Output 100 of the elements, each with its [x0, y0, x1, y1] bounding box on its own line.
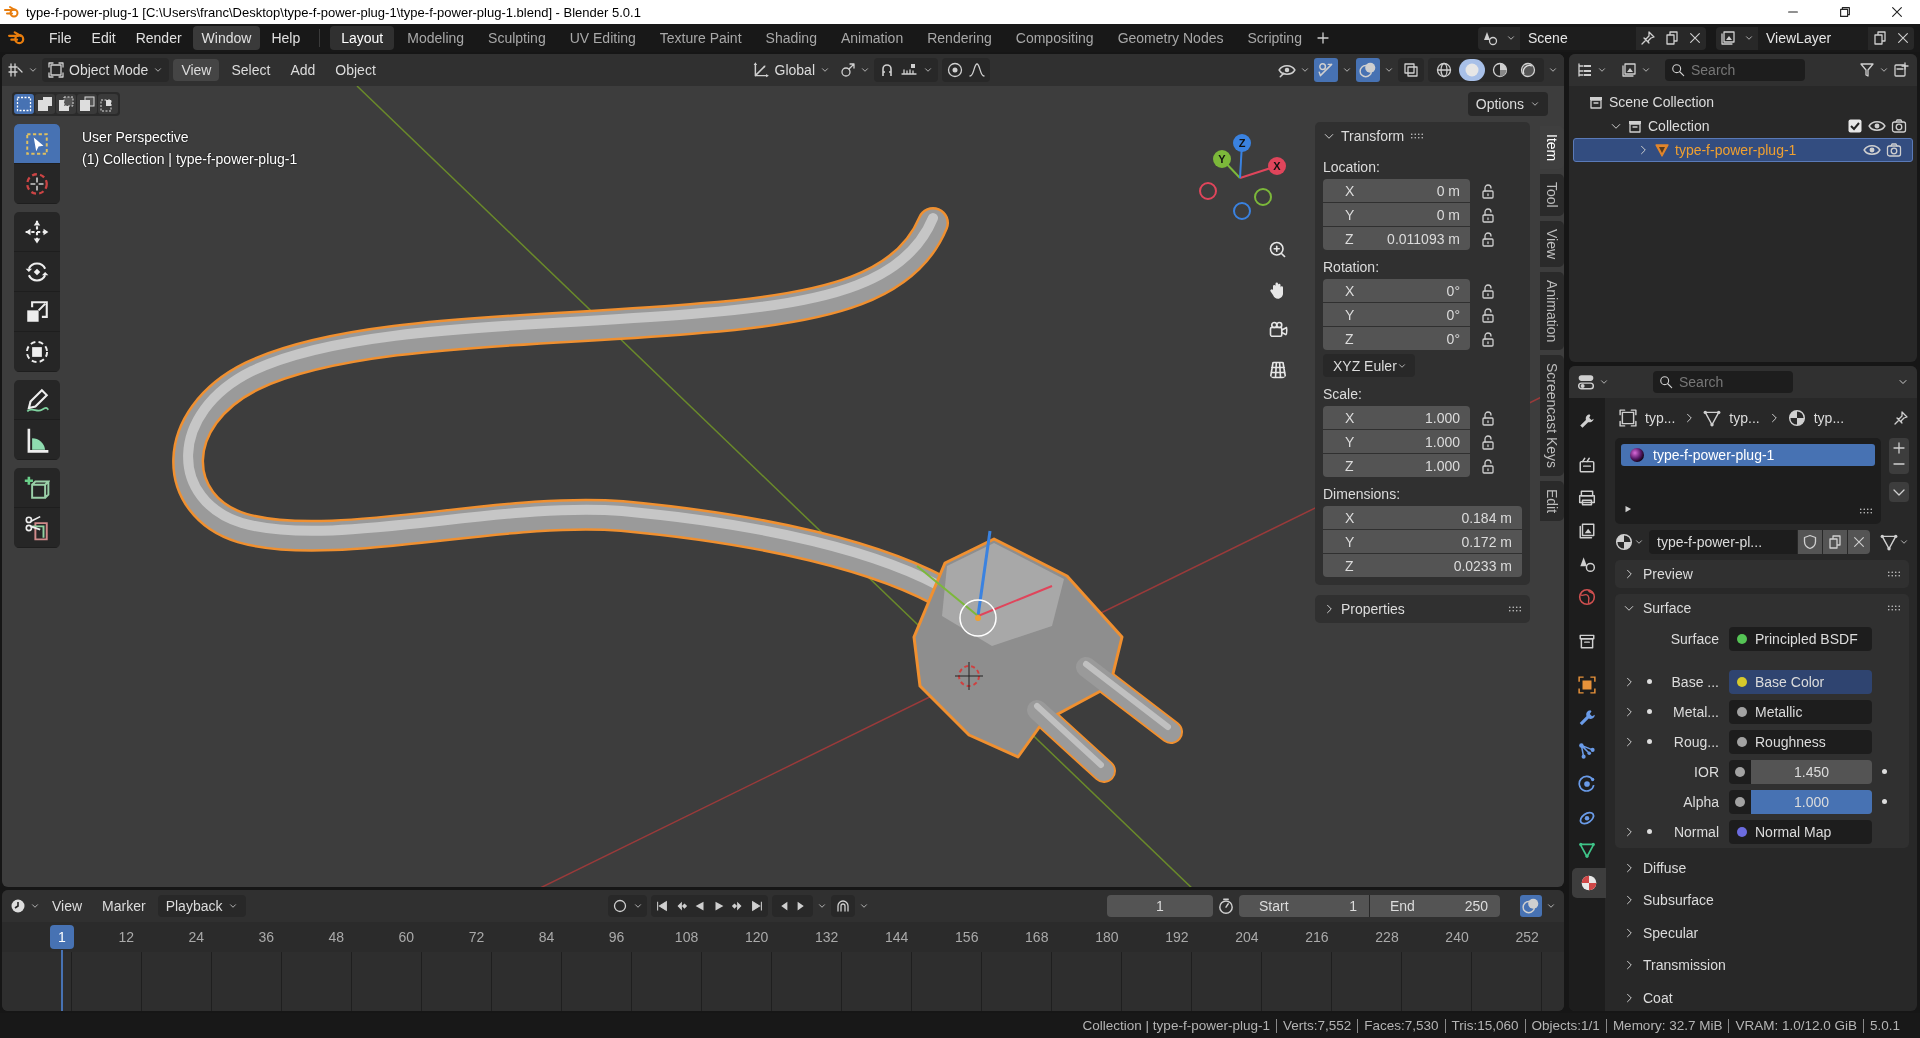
panel-header[interactable]: Transform	[1323, 122, 1425, 150]
node-link-field[interactable]: Roughness	[1729, 729, 1872, 754]
gizmo-arrows-icon[interactable]	[1317, 61, 1335, 79]
pivot-icon[interactable]	[840, 62, 856, 78]
menu-item[interactable]: File	[40, 26, 81, 50]
workspace-tab[interactable]: Texture Paint	[648, 26, 753, 50]
lock-open-icon[interactable]	[1480, 330, 1496, 347]
workspace-tab[interactable]: Modeling	[396, 26, 476, 50]
node-link-field[interactable]: Normal Map	[1729, 819, 1872, 844]
jump-start-icon[interactable]	[655, 899, 669, 913]
workspace-tab[interactable]: Compositing	[1004, 26, 1105, 50]
material-slot[interactable]: type-f-power-plug-1	[1621, 444, 1875, 467]
mode-dropdown[interactable]: Object Mode	[42, 58, 170, 82]
sidebar-tab[interactable]: Screencast Keys	[1540, 355, 1564, 477]
panel-header[interactable]: Properties	[1323, 595, 1522, 623]
snap-increment-icon[interactable]	[901, 62, 917, 78]
checkbox-checked-icon[interactable]	[1847, 118, 1863, 134]
node-link-field[interactable]: Principled BSDF	[1729, 626, 1872, 651]
outliner-row[interactable]: Scene Collection	[1569, 90, 1917, 114]
breadcrumb-item[interactable]: typ...	[1813, 410, 1845, 427]
select-box-tool[interactable]	[14, 124, 60, 164]
scene-icon[interactable]	[1482, 30, 1498, 46]
lock-open-icon[interactable]	[1480, 457, 1496, 474]
number-field[interactable]: Y 0°	[1323, 303, 1470, 326]
properties-toggle-icon[interactable]	[1577, 373, 1595, 391]
overlay-circles-icon[interactable]	[1359, 61, 1377, 79]
jump-end-icon[interactable]	[750, 899, 764, 913]
sync-icon[interactable]	[1522, 897, 1540, 915]
wireframe-sphere-icon[interactable]	[1436, 62, 1452, 78]
number-field[interactable]: X 0°	[1323, 279, 1470, 302]
shaded-sphere-icon[interactable]	[1520, 62, 1536, 78]
panel-header[interactable]: Surface	[1615, 594, 1909, 623]
number-field[interactable]: Z 0.0233 m	[1323, 554, 1522, 577]
number-field[interactable]: X 0.184 m	[1323, 506, 1522, 529]
workspace-tab[interactable]: Sculpting	[477, 26, 557, 50]
menu-item[interactable]: Select	[223, 59, 279, 81]
subtract-squares-icon[interactable]	[58, 96, 74, 112]
picture-icon[interactable]	[1720, 30, 1736, 46]
editor-type-icon[interactable]	[8, 62, 24, 78]
menu-item[interactable]: Render	[126, 26, 191, 50]
camera-icon[interactable]	[1886, 142, 1902, 158]
expand-triangle-icon[interactable]	[1623, 504, 1633, 515]
lock-open-icon[interactable]	[1480, 230, 1496, 247]
number-field[interactable]: X 1.000	[1323, 406, 1470, 429]
panel-header[interactable]: Coat	[1615, 984, 1909, 1011]
axis-handle[interactable]	[1254, 188, 1272, 206]
axis-handle[interactable]	[1233, 202, 1251, 220]
lock-open-icon[interactable]	[1480, 409, 1496, 426]
menu-item[interactable]: Window	[192, 26, 261, 50]
rotation-mode-dropdown[interactable]: XYZ Euler	[1323, 354, 1415, 377]
panel-header[interactable]: Subsurface	[1615, 886, 1909, 914]
menu-item[interactable]: Help	[262, 26, 310, 50]
sidebar-tab[interactable]: View	[1540, 220, 1564, 267]
workspace-tab[interactable]: Layout	[330, 26, 395, 50]
number-field[interactable]: Z 0°	[1323, 327, 1470, 350]
outliner-row[interactable]: type-f-power-plug-1	[1573, 138, 1913, 162]
menu-item[interactable]: View	[173, 59, 220, 81]
mesh-triangle-icon[interactable]	[1880, 533, 1898, 552]
menu-item[interactable]: Edit	[82, 26, 125, 50]
options-dropdown[interactable]: Options	[1467, 92, 1548, 116]
number-field[interactable]: X 0 m	[1323, 179, 1470, 202]
camera-icon[interactable]	[1891, 118, 1907, 134]
sidebar-tab[interactable]: Edit	[1540, 481, 1564, 522]
workspace-tab[interactable]: Animation	[829, 26, 915, 50]
menu-item[interactable]: View	[44, 895, 91, 917]
clock-editor-icon[interactable]	[10, 898, 26, 914]
menu-item[interactable]: Object	[327, 59, 384, 81]
axis-handle[interactable]	[1199, 182, 1217, 200]
duplicate-icon[interactable]	[1827, 534, 1843, 551]
playhead-handle[interactable]: 1	[50, 925, 74, 949]
picture-icon[interactable]	[1621, 62, 1637, 78]
lock-open-icon[interactable]	[1480, 182, 1496, 199]
copy-icon[interactable]	[1664, 30, 1680, 46]
panel-header[interactable]: Diffuse	[1615, 854, 1909, 881]
lock-open-icon[interactable]	[1480, 306, 1496, 323]
new-collection-icon[interactable]	[1893, 62, 1909, 78]
breadcrumb-item[interactable]: typ...	[1645, 410, 1676, 427]
panel-header[interactable]: Preview	[1615, 560, 1909, 589]
workspace-tab[interactable]: Shading	[754, 26, 828, 50]
workspace-tab[interactable]: Scripting	[1236, 26, 1313, 50]
end-frame-field[interactable]: End 250	[1370, 895, 1500, 917]
workspace-tab[interactable]: Geometry Nodes	[1106, 26, 1235, 50]
panel-header[interactable]: Transmission	[1615, 951, 1909, 979]
half-shaded-sphere-icon[interactable]	[1492, 62, 1508, 78]
current-frame-field[interactable]: 1	[1107, 895, 1213, 917]
arch-icon[interactable]	[835, 898, 851, 914]
copy-icon[interactable]	[1872, 30, 1888, 46]
xray-squares-icon[interactable]	[1403, 62, 1419, 78]
axis-handle[interactable]: Z	[1233, 134, 1251, 179]
checkered-sphere-icon[interactable]	[1615, 533, 1633, 552]
breadcrumb-item[interactable]: typ...	[1729, 410, 1760, 427]
sidebar-tab[interactable]: Animation	[1540, 272, 1564, 351]
number-field[interactable]: Y 0.172 m	[1323, 530, 1522, 553]
proportional-edit-icon[interactable]	[947, 62, 963, 78]
start-frame-field[interactable]: Start 1	[1239, 895, 1369, 917]
search-field[interactable]: Search	[1665, 59, 1805, 81]
lock-open-icon[interactable]	[1480, 206, 1496, 223]
close-icon[interactable]	[1896, 31, 1910, 45]
workspace-tab[interactable]: Rendering	[916, 26, 1003, 50]
pin-icon[interactable]	[1640, 30, 1656, 46]
